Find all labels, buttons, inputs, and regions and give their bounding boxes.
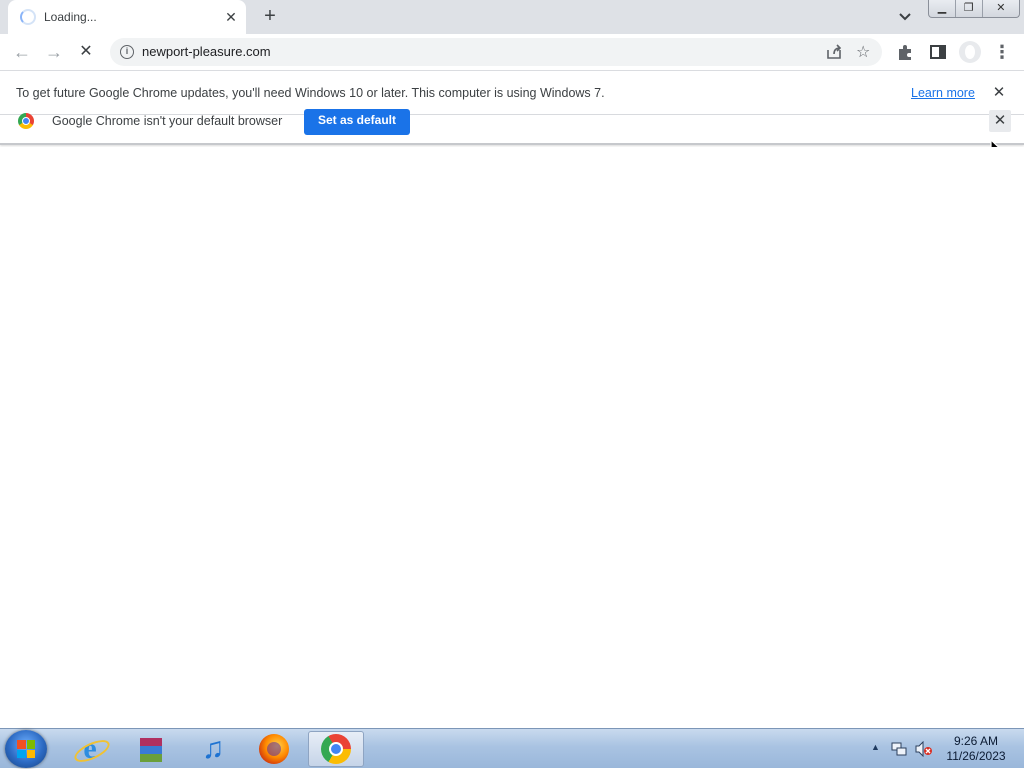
profile-avatar-icon[interactable] [959,41,981,63]
winrar-icon [136,735,166,763]
tab-title: Loading... [44,10,97,24]
menu-kebab-icon[interactable]: ⋮ [992,40,1012,64]
clock-time: 9:26 AM [953,734,999,748]
restore-button[interactable]: ❐ [956,0,983,17]
clock[interactable]: 9:26 AM 11/26/2023 [940,734,1012,764]
chevron-down-icon [899,13,911,21]
default-browser-message: Google Chrome isn't your default browser [52,114,283,128]
tab-close-button[interactable]: ✕ [222,8,240,26]
url-text[interactable]: newport-pleasure.com [142,44,271,59]
chrome-logo-icon [18,113,34,129]
update-infobar: To get future Google Chrome updates, you… [0,71,1024,115]
volume-muted-icon[interactable] [915,740,933,758]
side-panel-icon[interactable] [928,42,948,62]
windows-logo-icon [17,740,35,758]
back-button[interactable]: ← [10,40,34,64]
itunes-music-note-icon: ♫ [201,732,225,765]
firefox-icon [259,734,289,764]
window-controls: ▁ ❐ ✕ [928,0,1020,18]
taskbar-chrome[interactable] [308,731,364,767]
update-infobar-close-button[interactable]: ✕ [990,84,1008,102]
learn-more-link[interactable]: Learn more [911,86,975,100]
tab-strip: Loading... ✕ + ▁ ❐ ✕ [0,0,1024,34]
stop-button[interactable]: ✕ [74,40,98,64]
close-window-button[interactable]: ✕ [983,0,1019,17]
default-infobar-close-button[interactable]: ✕ [989,110,1011,132]
chrome-icon [321,734,351,764]
system-tray: ▲ 9:26 AM 11/26/2023 [866,729,1024,769]
page-content[interactable] [0,147,1024,728]
taskbar-winrar[interactable] [123,731,179,767]
set-as-default-button[interactable]: Set as default [304,109,410,135]
taskbar-internet-explorer[interactable]: e [62,731,118,767]
default-browser-infobar: Google Chrome isn't your default browser… [0,109,1024,145]
windows-taskbar: e ♫ ▲ 9:26 AM 11/26/2023 [0,728,1024,768]
site-info-icon[interactable]: i [120,45,134,59]
minimize-button[interactable]: ▁ [929,0,956,17]
extensions-puzzle-icon[interactable] [896,42,916,62]
update-infobar-message: To get future Google Chrome updates, you… [16,86,605,100]
address-bar[interactable]: i newport-pleasure.com ☆ [110,38,882,66]
share-icon[interactable] [825,44,843,60]
taskbar-firefox[interactable] [246,731,302,767]
tab-search-button[interactable] [895,8,915,26]
new-tab-button[interactable]: + [258,5,282,29]
internet-explorer-icon: e [76,734,104,764]
clock-date: 11/26/2023 [946,749,1006,763]
bookmark-star-icon[interactable]: ☆ [856,42,870,62]
loading-spinner-icon [20,9,36,25]
network-icon[interactable] [891,741,907,757]
tab-active[interactable]: Loading... ✕ [8,0,246,34]
taskbar-itunes[interactable]: ♫ [185,731,241,767]
start-button[interactable] [5,730,47,768]
forward-button[interactable]: → [42,40,66,64]
browser-toolbar: ← → ✕ i newport-pleasure.com ☆ ⋮ [0,34,1024,71]
show-hidden-icons-button[interactable]: ▲ [871,742,880,752]
